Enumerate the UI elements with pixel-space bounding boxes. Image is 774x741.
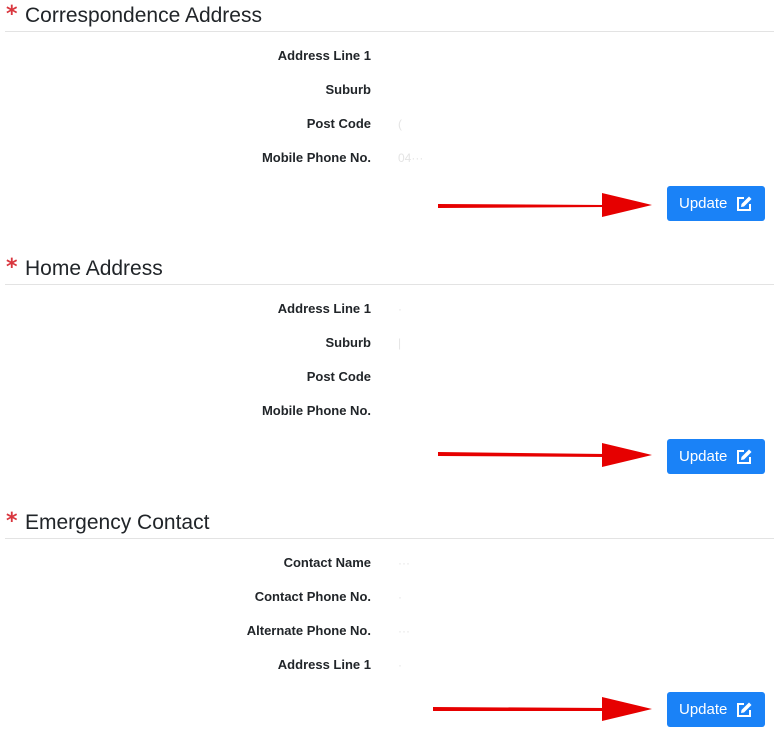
- field-value: ···: [398, 556, 410, 570]
- edit-icon: [737, 449, 752, 464]
- field-label: Address Line 1: [277, 48, 371, 63]
- field-row: Alternate Phone No. ···: [0, 621, 774, 641]
- field-label: Suburb: [325, 82, 372, 97]
- edit-icon: [737, 702, 752, 717]
- field-label: Address Line 1: [277, 301, 371, 316]
- field-label: Address Line 1: [277, 657, 371, 672]
- field-value: ·: [398, 590, 402, 604]
- required-asterisk: *: [6, 509, 18, 534]
- edit-icon: [737, 196, 752, 211]
- section-title: Emergency Contact: [25, 511, 210, 534]
- field-row: Address Line 1 ·: [0, 299, 774, 319]
- field-label: Mobile Phone No.: [261, 150, 371, 165]
- field-value: |: [398, 336, 402, 350]
- section-title: Home Address: [25, 257, 163, 280]
- field-row: Mobile Phone No. 04···: [0, 148, 774, 168]
- annotation-arrow: [433, 697, 652, 721]
- annotation-arrow: [438, 193, 652, 217]
- section-header: * Correspondence Address: [5, 0, 774, 32]
- field-value: 04···: [398, 151, 424, 165]
- section-header: * Home Address: [5, 253, 774, 285]
- update-button-label: Update: [679, 448, 728, 465]
- emergency-update-button[interactable]: Update: [667, 692, 765, 727]
- correspondence-update-button[interactable]: Update: [667, 186, 765, 221]
- section-title: Correspondence Address: [25, 4, 262, 27]
- annotation-arrow: [438, 443, 652, 467]
- section-header: * Emergency Contact: [5, 507, 774, 539]
- required-asterisk: *: [6, 2, 18, 27]
- field-value: ···: [398, 624, 410, 638]
- home-update-button[interactable]: Update: [667, 439, 765, 474]
- field-value: ·: [398, 658, 402, 672]
- field-row: Suburb: [0, 80, 774, 100]
- field-value: (: [398, 117, 402, 131]
- field-row: Contact Name ···: [0, 553, 774, 573]
- field-label: Contact Name: [283, 555, 371, 570]
- field-row: Contact Phone No. ·: [0, 587, 774, 607]
- field-row: Address Line 1 ·: [0, 655, 774, 675]
- field-label: Post Code: [306, 369, 371, 384]
- field-label: Mobile Phone No.: [261, 403, 371, 418]
- field-label: Suburb: [325, 335, 372, 350]
- field-row: Mobile Phone No.: [0, 401, 774, 421]
- update-button-label: Update: [679, 701, 728, 718]
- field-label: Post Code: [306, 116, 371, 131]
- field-label: Alternate Phone No.: [246, 623, 371, 638]
- update-button-label: Update: [679, 195, 728, 212]
- field-label: Contact Phone No.: [254, 589, 371, 604]
- required-asterisk: *: [6, 255, 18, 280]
- field-row: Address Line 1: [0, 46, 774, 66]
- field-value: ·: [398, 302, 402, 316]
- field-row: Suburb |: [0, 333, 774, 353]
- field-row: Post Code (: [0, 114, 774, 134]
- field-row: Post Code: [0, 367, 774, 387]
